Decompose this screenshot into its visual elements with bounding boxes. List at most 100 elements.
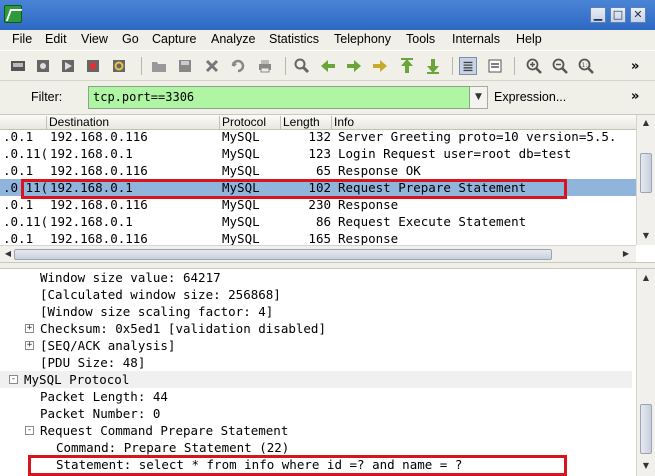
- go-to-packet-icon[interactable]: [371, 57, 389, 75]
- packet-source: .0.1: [3, 129, 34, 144]
- maximize-button[interactable]: □: [610, 7, 626, 23]
- packet-source: .0.1: [3, 231, 34, 246]
- find-packet-icon[interactable]: [293, 57, 311, 75]
- minimize-button[interactable]: ▁: [590, 7, 606, 23]
- reload-icon[interactable]: [229, 57, 247, 75]
- packet-source: .0.1: [3, 163, 34, 178]
- highlight-box-statement: [28, 455, 567, 476]
- scroll-left-icon[interactable]: ◀: [1, 247, 15, 261]
- detail-row[interactable]: [Calculated window size: 256868]: [0, 286, 632, 303]
- menu-statistics[interactable]: Statistics: [269, 32, 319, 46]
- detail-row[interactable]: Packet Length: 44: [0, 388, 632, 405]
- stop-capture-icon[interactable]: [84, 57, 102, 75]
- packet-destination: 192.168.0.116: [50, 197, 148, 212]
- detail-text: [SEQ/ACK analysis]: [40, 338, 176, 353]
- menu-file[interactable]: File: [12, 32, 32, 46]
- detail-row[interactable]: + [SEQ/ACK analysis]: [0, 337, 632, 354]
- scroll-down-icon[interactable]: ▼: [639, 229, 653, 243]
- toolbar-overflow-icon[interactable]: »: [631, 59, 639, 74]
- capture-options-icon[interactable]: [34, 57, 52, 75]
- packet-length: 123: [308, 146, 331, 161]
- pane-splitter[interactable]: [0, 262, 655, 269]
- scroll-up-icon[interactable]: ▲: [639, 271, 653, 285]
- expand-icon[interactable]: +: [25, 341, 34, 350]
- zoom-in-icon[interactable]: [525, 57, 543, 75]
- packet-info: Response OK: [338, 163, 421, 178]
- column-info[interactable]: Info: [334, 115, 354, 129]
- table-row[interactable]: .0.11(192.168.0.1 MySQL 123 Login Request u…: [0, 145, 636, 162]
- table-row[interactable]: .0.1 192.168.0.116 MySQL 65 Response OK: [0, 162, 636, 179]
- packet-details: Window size value: 64217 [Calculated wind…: [0, 269, 655, 476]
- menu-telephony[interactable]: Telephony: [334, 32, 391, 46]
- packet-info: Login Request user=root db=test: [338, 146, 572, 161]
- column-destination[interactable]: Destination: [49, 115, 109, 129]
- filter-input[interactable]: tcp.port==3306: [88, 86, 470, 109]
- close-button[interactable]: ✕: [630, 7, 646, 23]
- detail-row[interactable]: - Request Command Prepare Statement: [0, 422, 632, 439]
- filter-label: Filter:: [31, 90, 63, 104]
- menu-analyze[interactable]: Analyze: [211, 32, 255, 46]
- detail-text: Packet Length: 44: [40, 389, 168, 404]
- detail-row[interactable]: + Checksum: 0x5ed1 [validation disabled]: [0, 320, 632, 337]
- menu-internals[interactable]: Internals: [452, 32, 500, 46]
- auto-scroll-icon[interactable]: [486, 57, 504, 75]
- scroll-right-icon[interactable]: ▶: [619, 247, 633, 261]
- scroll-down-icon[interactable]: ▼: [639, 459, 653, 473]
- menu-help[interactable]: Help: [516, 32, 542, 46]
- details-vscroll-thumb[interactable]: [640, 404, 652, 454]
- packet-source: .0.11(: [3, 146, 49, 161]
- go-forward-icon[interactable]: [345, 57, 363, 75]
- menu-view[interactable]: View: [81, 32, 108, 46]
- menu-go[interactable]: Go: [122, 32, 139, 46]
- packet-protocol: MySQL: [222, 163, 260, 178]
- expand-icon[interactable]: +: [25, 324, 34, 333]
- detail-text: [PDU Size: 48]: [40, 355, 146, 370]
- menu-tools[interactable]: Tools: [406, 32, 435, 46]
- packet-info: Server Greeting proto=10 version=5.5.: [338, 129, 617, 144]
- scroll-up-icon[interactable]: ▲: [639, 116, 653, 130]
- save-file-icon[interactable]: [176, 57, 194, 75]
- detail-row[interactable]: Window size value: 64217: [0, 269, 632, 286]
- go-last-packet-icon[interactable]: [424, 57, 442, 75]
- open-file-icon[interactable]: [150, 57, 168, 75]
- detail-row[interactable]: [PDU Size: 48]: [0, 354, 632, 371]
- expression-button[interactable]: Expression...: [494, 90, 566, 104]
- filter-overflow-icon[interactable]: »: [631, 89, 639, 104]
- print-icon[interactable]: [256, 57, 274, 75]
- go-back-icon[interactable]: [319, 57, 337, 75]
- close-file-icon[interactable]: [203, 57, 221, 75]
- packet-list-hscroll[interactable]: ◀ ▶: [0, 245, 636, 263]
- chevron-down-icon[interactable]: ▼: [470, 86, 488, 109]
- column-length[interactable]: Length: [283, 115, 320, 129]
- packet-list-hscroll-thumb[interactable]: [14, 249, 552, 260]
- title-bar: ▁ □ ✕: [0, 0, 655, 30]
- column-protocol[interactable]: Protocol: [222, 115, 266, 129]
- packet-list-vscroll[interactable]: ▲ ▼: [636, 115, 655, 245]
- detail-text: Request Command Prepare Statement: [40, 423, 289, 438]
- detail-row[interactable]: [Window size scaling factor: 4]: [0, 303, 632, 320]
- detail-text: Window size value: 64217: [40, 270, 221, 285]
- collapse-icon[interactable]: -: [25, 426, 34, 435]
- menu-edit[interactable]: Edit: [45, 32, 67, 46]
- packet-list-vscroll-thumb[interactable]: [640, 153, 652, 193]
- highlight-box-selected-packet: [21, 179, 567, 199]
- detail-row[interactable]: - MySQL Protocol: [0, 371, 632, 388]
- details-vscroll[interactable]: ▲ ▼: [636, 269, 655, 476]
- normal-size-icon[interactable]: 1:1: [577, 57, 595, 75]
- colorize-list-icon[interactable]: [459, 57, 477, 75]
- table-row[interactable]: .0.1 192.168.0.116 MySQL 132 Server Greeting…: [0, 128, 636, 145]
- start-capture-icon[interactable]: [59, 57, 77, 75]
- menu-capture[interactable]: Capture: [152, 32, 196, 46]
- interfaces-icon[interactable]: [9, 57, 27, 75]
- packet-length: 230: [308, 197, 331, 212]
- restart-capture-icon[interactable]: [110, 57, 128, 75]
- table-row[interactable]: .0.11(192.168.0.1 MySQL 86 Request Execute …: [0, 213, 636, 230]
- detail-row[interactable]: Packet Number: 0: [0, 405, 632, 422]
- go-first-packet-icon[interactable]: [398, 57, 416, 75]
- packet-info: Response: [338, 231, 399, 246]
- packet-protocol: MySQL: [222, 129, 260, 144]
- detail-row[interactable]: Command: Prepare Statement (22): [0, 439, 632, 456]
- zoom-out-icon[interactable]: [551, 57, 569, 75]
- wireshark-logo-icon: [4, 5, 22, 23]
- collapse-icon[interactable]: -: [9, 375, 18, 384]
